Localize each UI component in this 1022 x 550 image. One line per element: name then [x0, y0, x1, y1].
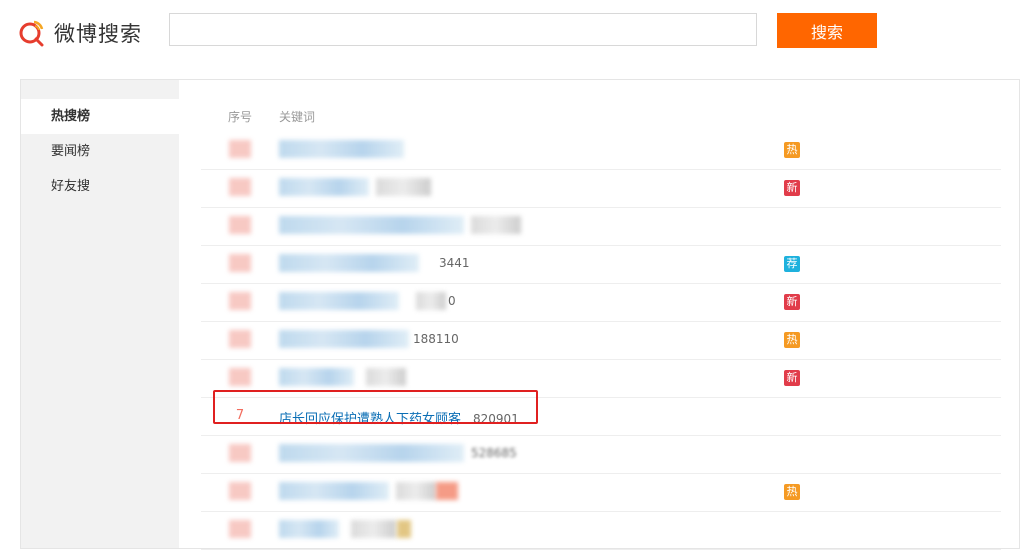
logo-text: 微博搜索 — [54, 22, 142, 46]
obscured-keyword[interactable] — [279, 368, 354, 386]
sidebar-item-news[interactable]: 要闻榜 — [21, 134, 179, 169]
obscured-count — [376, 178, 431, 196]
obscured-rank — [229, 140, 251, 158]
column-header-rank: 序号 — [228, 110, 253, 124]
obscured-rank — [229, 216, 251, 234]
sidebar-item-hot-search[interactable]: 热搜榜 — [21, 99, 179, 134]
obscured-count — [366, 368, 406, 386]
table-row[interactable] — [201, 208, 1001, 246]
search-input[interactable] — [169, 13, 757, 46]
sidebar-item-friends[interactable]: 好友搜 — [21, 169, 179, 204]
obscured-keyword[interactable] — [279, 178, 369, 196]
keyword-link[interactable]: 店长回应保护遭熟人下药女顾客 820901 — [279, 408, 519, 427]
obscured-emoji — [397, 520, 411, 538]
partial-count: 3441 — [439, 256, 470, 270]
obscured-rank — [229, 368, 251, 386]
obscured-count — [396, 482, 436, 500]
table-row[interactable]: 新 — [201, 170, 1001, 208]
obscured-emoji — [436, 482, 458, 500]
obscured-keyword[interactable] — [279, 482, 389, 500]
obscured-keyword[interactable] — [279, 292, 399, 310]
hot-search-table: 序号 关键词 热 新 3441 荐 0 新 188110 热 新 7 店长回应保… — [201, 80, 1001, 550]
new-badge: 新 — [784, 294, 800, 310]
table-row-highlighted[interactable]: 7 店长回应保护遭熟人下药女顾客 820901 — [201, 398, 1001, 436]
obscured-keyword[interactable] — [279, 520, 339, 538]
obscured-rank — [229, 178, 251, 196]
search-logo-icon — [19, 20, 44, 47]
table-row[interactable]: 热 — [201, 474, 1001, 512]
hot-badge: 热 — [784, 142, 800, 158]
new-badge: 新 — [784, 180, 800, 196]
table-row[interactable]: 0 新 — [201, 284, 1001, 322]
search-button[interactable]: 搜索 — [777, 13, 877, 48]
obscured-rank — [229, 292, 251, 310]
obscured-keyword[interactable] — [279, 216, 464, 234]
obscured-rank — [229, 482, 251, 500]
hot-search-panel: 热搜榜 要闻榜 好友搜 序号 关键词 热 新 3441 荐 0 新 188110… — [20, 79, 1020, 550]
table-row[interactable]: 新 — [201, 360, 1001, 398]
column-header-keyword: 关键词 — [279, 110, 316, 124]
partial-count: 0 — [448, 294, 456, 308]
search-count: 820901 — [473, 412, 519, 426]
partial-count: 188110 — [413, 332, 459, 346]
obscured-keyword[interactable] — [279, 444, 464, 462]
obscured-count — [416, 292, 446, 310]
obscured-count — [471, 216, 521, 234]
table-row[interactable] — [201, 512, 1001, 550]
table-row[interactable]: 528685 — [201, 436, 1001, 474]
partial-count: 528685 — [471, 446, 517, 460]
obscured-keyword[interactable] — [279, 330, 409, 348]
table-row[interactable]: 3441 荐 — [201, 246, 1001, 284]
hot-badge: 热 — [784, 484, 800, 500]
obscured-keyword[interactable] — [279, 140, 404, 158]
recommended-badge: 荐 — [784, 256, 800, 272]
obscured-keyword[interactable] — [279, 254, 419, 272]
rank-number: 7 — [235, 408, 245, 423]
table-row[interactable]: 热 — [201, 132, 1001, 170]
obscured-count — [351, 520, 396, 538]
table-header: 序号 关键词 — [201, 80, 1001, 132]
table-row[interactable]: 188110 热 — [201, 322, 1001, 360]
weibo-search-logo[interactable]: 微博搜索 — [18, 16, 148, 50]
sidebar: 热搜榜 要闻榜 好友搜 — [21, 80, 179, 548]
obscured-rank — [229, 254, 251, 272]
hot-badge: 热 — [784, 332, 800, 348]
obscured-rank — [229, 520, 251, 538]
obscured-rank — [229, 330, 251, 348]
obscured-rank — [229, 444, 251, 462]
new-badge: 新 — [784, 370, 800, 386]
keyword-text[interactable]: 店长回应保护遭熟人下药女顾客 — [279, 412, 461, 427]
